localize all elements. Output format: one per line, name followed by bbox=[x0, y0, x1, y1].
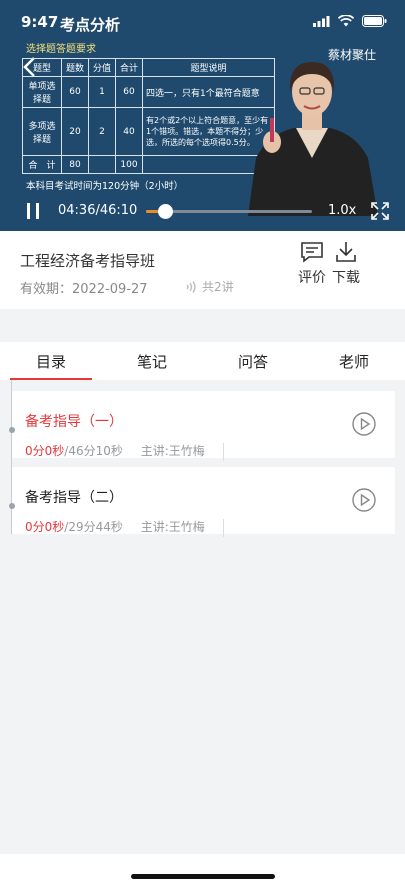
table-cell: 合 计 bbox=[22, 155, 62, 174]
table-row: 合 计 80 100 bbox=[22, 155, 275, 174]
table-cell: 2 bbox=[88, 107, 116, 156]
signal-icon bbox=[313, 15, 330, 27]
player-controls: 04:36/46:10 1.0x bbox=[0, 196, 405, 226]
tab-catalog[interactable]: 目录 bbox=[21, 351, 81, 372]
lesson-list: 备考指导（一） 0分0秒/46分10秒 主讲:王竹梅 备考指导（二） 0分0秒/… bbox=[0, 380, 405, 854]
playback-time: 04:36/46:10 bbox=[58, 203, 138, 218]
battery-icon bbox=[362, 15, 387, 27]
tab-qa[interactable]: 问答 bbox=[223, 351, 283, 372]
play-button[interactable] bbox=[352, 412, 376, 436]
home-indicator[interactable] bbox=[131, 874, 275, 879]
lesson-count-text: 共2讲 bbox=[202, 280, 234, 294]
lesson-teacher: 主讲:王竹梅 bbox=[140, 520, 205, 534]
course-info: 工程经济备考指导班 有效期：2022-09-27 共2讲 评价 下载 bbox=[0, 231, 405, 309]
table-cell: 80 bbox=[61, 155, 89, 174]
timeline-dot bbox=[9, 503, 15, 509]
lesson-duration: /46分10秒 bbox=[64, 444, 123, 458]
divider bbox=[222, 442, 224, 461]
table-header-cell: 分值 bbox=[88, 58, 116, 77]
bottom-bar bbox=[0, 854, 405, 887]
slide-footer: 本科目考试时间为120分钟（2小时） bbox=[26, 181, 184, 192]
tab-notes[interactable]: 笔记 bbox=[122, 351, 182, 372]
table-cell bbox=[88, 155, 116, 174]
lesson-progress: 0分0秒 bbox=[25, 444, 65, 458]
timeline-dot bbox=[9, 427, 15, 433]
play-circle-icon bbox=[352, 488, 376, 512]
lesson-meta: 0分0秒/29分44秒 主讲:王竹梅 bbox=[25, 518, 224, 537]
divider bbox=[222, 518, 224, 537]
audio-wave-icon bbox=[186, 280, 196, 293]
validity-date: 有效期：2022-09-27 bbox=[20, 282, 148, 297]
download-button[interactable]: 下载 bbox=[326, 241, 366, 287]
video-player[interactable]: 9:47 考点分析 选择题答题要求 题型 题数 分值 合计 题型说明 单项选择题… bbox=[0, 0, 405, 231]
progress-handle[interactable] bbox=[158, 204, 173, 219]
play-button[interactable] bbox=[352, 488, 376, 512]
status-time: 9:47 bbox=[21, 13, 59, 31]
table-header-cell: 合计 bbox=[115, 58, 143, 77]
lesson-progress: 0分0秒 bbox=[25, 520, 65, 534]
table-cell: 多项选择题 bbox=[22, 107, 62, 156]
wifi-icon bbox=[338, 15, 354, 27]
download-icon bbox=[336, 242, 356, 262]
slide-heading: 选择题答题要求 bbox=[26, 44, 96, 55]
list-item[interactable]: 备考指导（二） 0分0秒/29分44秒 主讲:王竹梅 bbox=[9, 467, 395, 537]
lesson-count: 共2讲 bbox=[184, 278, 234, 295]
tab-bar: 目录 笔记 问答 老师 bbox=[0, 342, 405, 380]
presenter-figure bbox=[248, 62, 378, 216]
speed-button[interactable]: 1.0x bbox=[328, 203, 356, 218]
review-label: 评价 bbox=[298, 270, 326, 286]
pause-button[interactable] bbox=[24, 202, 42, 220]
table-cell: 20 bbox=[61, 107, 89, 156]
table-cell: 100 bbox=[115, 155, 143, 174]
table-cell: 单项选择题 bbox=[22, 76, 62, 108]
fullscreen-button[interactable] bbox=[371, 202, 389, 220]
course-title: 工程经济备考指导班 bbox=[20, 252, 156, 270]
table-cell: 1 bbox=[88, 76, 116, 108]
table-header-cell: 题数 bbox=[61, 58, 89, 77]
list-item[interactable]: 备考指导（一） 0分0秒/46分10秒 主讲:王竹梅 bbox=[9, 391, 395, 461]
lesson-duration: /29分44秒 bbox=[64, 520, 123, 534]
pause-icon bbox=[27, 203, 39, 219]
table-header-cell: 题型 bbox=[22, 58, 62, 77]
download-label: 下载 bbox=[332, 270, 360, 286]
lesson-title: 备考指导（二） bbox=[25, 490, 123, 506]
lesson-title: 备考指导（一） bbox=[25, 414, 123, 430]
table-row: 多项选择题 20 2 40 有2个或2个以上符合题意，至少有1个错项。错选，本题… bbox=[22, 107, 275, 156]
status-icons bbox=[313, 15, 387, 27]
lesson-meta: 0分0秒/46分10秒 主讲:王竹梅 bbox=[25, 442, 224, 461]
fullscreen-icon bbox=[371, 202, 389, 220]
table-cell: 60 bbox=[61, 76, 89, 108]
video-title: 考点分析 bbox=[60, 16, 121, 34]
table-cell: 60 bbox=[115, 76, 143, 108]
table-cell: 40 bbox=[115, 107, 143, 156]
comment-icon bbox=[301, 242, 323, 263]
slide-table-header: 题型 题数 分值 合计 题型说明 bbox=[22, 58, 275, 77]
lesson-teacher: 主讲:王竹梅 bbox=[140, 444, 205, 458]
section-divider bbox=[0, 309, 405, 342]
table-row: 单项选择题 60 1 60 四选一，只有1个最符合题意 bbox=[22, 76, 275, 108]
tab-teacher[interactable]: 老师 bbox=[324, 351, 384, 372]
play-circle-icon bbox=[352, 412, 376, 436]
